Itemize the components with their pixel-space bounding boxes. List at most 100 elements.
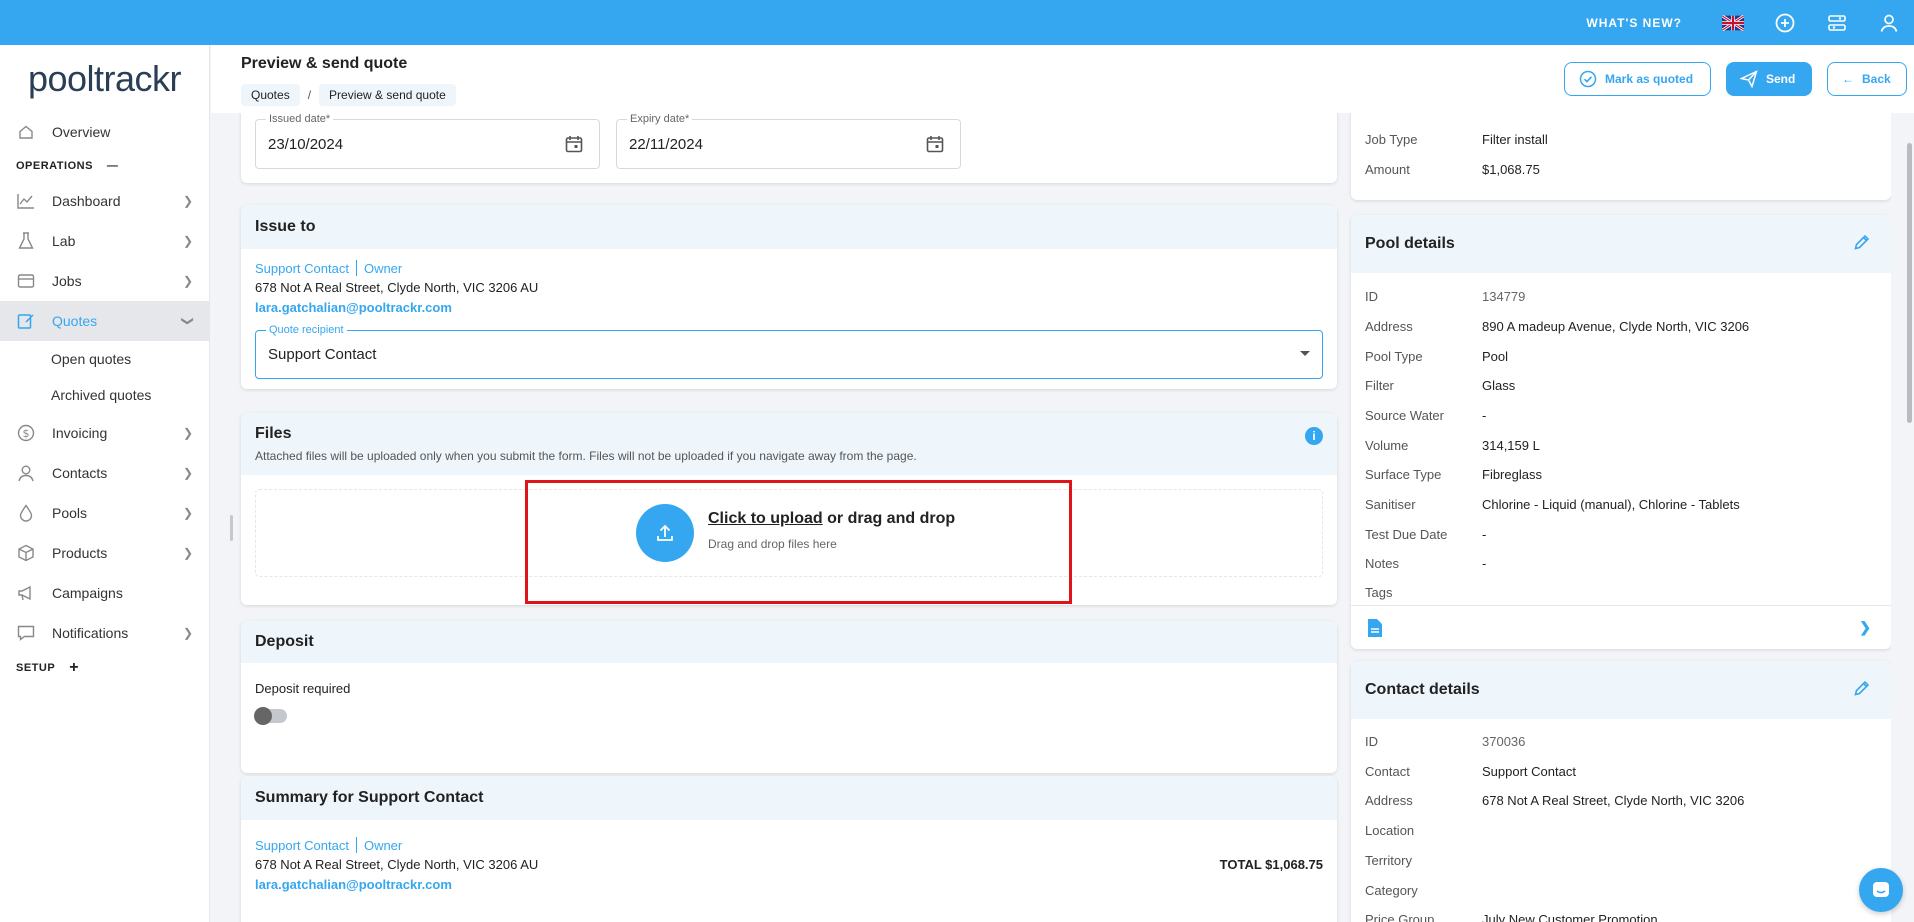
pool-row-source-water: Source Water - bbox=[1365, 408, 1487, 423]
logo-text: pooltrackr bbox=[27, 58, 182, 99]
settings-panel-icon[interactable] bbox=[1826, 12, 1848, 34]
sidebar-item-label: Quotes bbox=[52, 313, 98, 329]
sidebar-section-setup[interactable]: SETUP + bbox=[0, 653, 209, 683]
pool-row-address: Address 890 A madeup Avenue, Clyde North,… bbox=[1365, 319, 1750, 334]
breadcrumb-current: Preview & send quote bbox=[319, 84, 456, 106]
pool-row-filter: Filter Glass bbox=[1365, 378, 1516, 393]
sidebar-item-archived-quotes[interactable]: Archived quotes bbox=[0, 377, 209, 413]
contact-name-link[interactable]: Support Contact bbox=[255, 838, 349, 853]
contact-details-title: Contact details bbox=[1365, 681, 1480, 698]
send-button[interactable]: Send bbox=[1726, 62, 1812, 96]
sidebar-item-label: Invoicing bbox=[52, 425, 108, 441]
chat-icon bbox=[1873, 882, 1889, 897]
contact-row-territory: Territory bbox=[1365, 853, 1412, 868]
chevron-right-icon: ❯ bbox=[182, 506, 193, 520]
sidebar-item-quotes[interactable]: Quotes ❯ bbox=[0, 301, 209, 341]
document-icon[interactable] bbox=[1367, 618, 1383, 641]
job-type-row: Job Type Filter install bbox=[1365, 132, 1548, 147]
breadcrumb-separator: / bbox=[307, 88, 312, 102]
sidebar-item-label: Dashboard bbox=[52, 193, 121, 209]
add-circle-icon[interactable] bbox=[1774, 12, 1796, 34]
issue-to-card: Issue to Support Contact Owner 678 Not A… bbox=[241, 205, 1337, 389]
scrollbar-thumb[interactable] bbox=[1907, 143, 1912, 423]
pool-row-id: ID 134779 bbox=[1365, 289, 1526, 304]
contact-details-header: Contact details bbox=[1351, 661, 1891, 719]
expiry-date-field[interactable]: Expiry date* 22/11/2024 bbox=[616, 113, 961, 169]
user-account-icon[interactable] bbox=[1878, 12, 1900, 34]
sidebar-item-contacts[interactable]: Contacts ❯ bbox=[0, 453, 209, 493]
quote-recipient-label: Quote recipient bbox=[266, 324, 347, 336]
home-icon bbox=[16, 122, 36, 142]
summary-card: Summary for Support Contact Support Cont… bbox=[241, 776, 1337, 922]
sidebar-item-pools[interactable]: Pools ❯ bbox=[0, 493, 209, 533]
highlight-box bbox=[525, 480, 1072, 604]
expand-plus-icon[interactable]: + bbox=[69, 659, 79, 677]
section-label: OPERATIONS bbox=[16, 160, 93, 172]
issue-to-contact-tags: Support Contact Owner bbox=[255, 260, 402, 276]
flask-icon bbox=[16, 231, 36, 251]
breadcrumb-quotes[interactable]: Quotes bbox=[241, 84, 300, 106]
sidebar-item-label: Pools bbox=[52, 505, 88, 521]
pool-details-title: Pool details bbox=[1365, 235, 1455, 252]
chevron-right-icon[interactable]: ❯ bbox=[1859, 619, 1871, 636]
sidebar-item-jobs[interactable]: Jobs ❯ bbox=[0, 261, 209, 301]
chevron-right-icon: ❯ bbox=[182, 274, 193, 288]
button-label: Back bbox=[1862, 72, 1891, 86]
sidebar-item-notifications[interactable]: Notifications ❯ bbox=[0, 613, 209, 653]
amount-row: Amount $1,068.75 bbox=[1365, 162, 1540, 177]
dates-card: Issued date* 23/10/2024 Expiry date* 22/… bbox=[241, 113, 1337, 183]
sidebar-item-label: Jobs bbox=[52, 273, 82, 289]
calendar-icon[interactable] bbox=[926, 135, 944, 156]
sidebar-item-label: Lab bbox=[52, 233, 76, 249]
button-label: Mark as quoted bbox=[1605, 72, 1694, 86]
svg-text:$: $ bbox=[23, 427, 30, 440]
sidebar-item-campaigns[interactable]: Campaigns bbox=[0, 573, 209, 613]
edit-pencil-icon[interactable] bbox=[1853, 233, 1871, 256]
pooltrackr-logo[interactable]: pooltrackr bbox=[0, 45, 209, 113]
sidebar-item-label: Products bbox=[52, 545, 108, 561]
arrow-left-icon: ← bbox=[1842, 72, 1854, 86]
pool-row-test-due: Test Due Date - bbox=[1365, 527, 1487, 542]
chevron-down-icon: ❯ bbox=[180, 315, 195, 327]
chevron-right-icon: ❯ bbox=[182, 466, 193, 480]
collapse-icon[interactable]: — bbox=[107, 160, 119, 172]
sidebar-item-open-quotes[interactable]: Open quotes bbox=[0, 341, 209, 377]
page-scrollbar[interactable] bbox=[1904, 113, 1914, 922]
sidebar-item-lab[interactable]: Lab ❯ bbox=[0, 221, 209, 261]
issue-to-email[interactable]: lara.gatchalian@pooltrackr.com bbox=[255, 300, 452, 315]
sidebar-section-operations[interactable]: OPERATIONS — bbox=[0, 151, 209, 181]
chat-launcher-button[interactable] bbox=[1859, 868, 1903, 912]
pool-row-type: Pool Type Pool bbox=[1365, 349, 1509, 364]
back-button[interactable]: ← Back bbox=[1827, 62, 1907, 96]
sidebar-item-dashboard[interactable]: Dashboard ❯ bbox=[0, 181, 209, 221]
issued-date-value: 23/10/2024 bbox=[268, 136, 344, 153]
chevron-right-icon: ❯ bbox=[182, 626, 193, 640]
whats-new-link[interactable]: WHAT'S NEW? bbox=[1586, 16, 1682, 30]
edit-pencil-icon[interactable] bbox=[1853, 679, 1871, 702]
sidebar: pooltrackr Overview OPERATIONS — Dashboa… bbox=[0, 45, 210, 922]
deposit-required-label: Deposit required bbox=[255, 681, 351, 696]
section-label: SETUP bbox=[16, 662, 56, 674]
sidebar-item-products[interactable]: Products ❯ bbox=[0, 533, 209, 573]
dropdown-arrow-icon bbox=[1300, 351, 1310, 356]
sidebar-item-label: Archived quotes bbox=[51, 387, 152, 403]
deposit-required-toggle[interactable] bbox=[254, 707, 287, 725]
pool-row-sanitiser: Sanitiser Chlorine - Liquid (manual), Chl… bbox=[1365, 497, 1740, 512]
sidebar-item-invoicing[interactable]: $ Invoicing ❯ bbox=[0, 413, 209, 453]
breadcrumb: Quotes / Preview & send quote bbox=[241, 84, 456, 106]
issued-date-label: Issued date* bbox=[266, 113, 334, 125]
contact-role: Owner bbox=[363, 260, 403, 276]
info-icon[interactable]: i bbox=[1305, 427, 1323, 445]
calendar-icon[interactable] bbox=[565, 135, 583, 156]
pool-row-tags: Tags bbox=[1365, 585, 1393, 600]
summary-title: Summary for Support Contact bbox=[241, 776, 1337, 820]
summary-email[interactable]: lara.gatchalian@pooltrackr.com bbox=[255, 877, 452, 892]
uk-flag-icon[interactable] bbox=[1722, 12, 1744, 34]
sidebar-item-overview[interactable]: Overview bbox=[0, 113, 209, 151]
mark-as-quoted-button[interactable]: Mark as quoted bbox=[1564, 62, 1711, 96]
issue-to-address: 678 Not A Real Street, Clyde North, VIC … bbox=[255, 280, 539, 295]
quotes-icon bbox=[16, 311, 36, 331]
issued-date-field[interactable]: Issued date* 23/10/2024 bbox=[255, 113, 600, 169]
quote-recipient-select[interactable]: Quote recipient Support Contact bbox=[255, 324, 1323, 379]
contact-name-link[interactable]: Support Contact bbox=[255, 261, 349, 276]
